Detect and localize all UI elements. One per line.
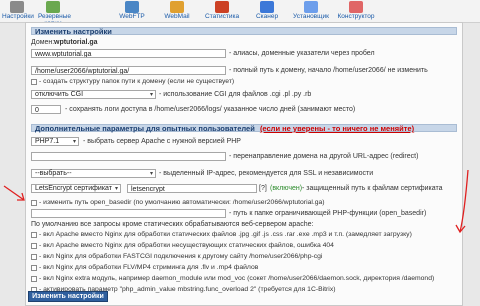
section-title: Изменить настройки <box>35 27 112 36</box>
chevron-down-icon: ▾ <box>72 139 76 145</box>
ftp-icon <box>125 1 139 13</box>
option-label: - вкл Nginx для обработки FASTCGI подклю… <box>39 253 323 260</box>
ssl-status-badge: (включен) <box>270 185 303 192</box>
option-label: - вкл Apache вместо Nginx для обработки … <box>39 231 412 238</box>
ip-label: - выделенный IP-адрес, рекомендуется для… <box>159 170 374 177</box>
section-header-advanced: Дополнительные параметры для опытных пол… <box>31 124 457 133</box>
toolbar-item-installer[interactable]: Установщик <box>293 0 329 22</box>
chevron-down-icon: ▾ <box>149 171 153 177</box>
redirect-label: - перенаправление домена на другой URL-а… <box>229 153 419 160</box>
basedir-toggle-checkbox[interactable] <box>31 200 37 206</box>
php-version-select[interactable]: PHP7.1 ▾ <box>31 137 79 146</box>
ip-select-value: --выбрать-- <box>35 170 72 177</box>
basedir-input[interactable] <box>31 209 226 218</box>
cgi-select[interactable]: отключить CGI ▾ <box>31 90 156 99</box>
aliases-label: - алиасы, доменные указатели через пробе… <box>229 50 375 57</box>
option-label: - вкл Apache вместо Nginx для обработки … <box>39 242 334 249</box>
toolbar-item-label: Настройки <box>2 13 34 20</box>
toolbar-item-label: WebMail <box>164 13 190 20</box>
logs-label: - сохранять логи доступа в /home/user206… <box>65 106 356 113</box>
ssl-label: - защищенный путь к файлам сертификата <box>302 185 443 192</box>
option-checkbox[interactable] <box>31 265 37 271</box>
php-version-label: - выбрать сервер Apache с нужной версией… <box>83 138 241 145</box>
logs-days-input[interactable]: 0 <box>31 105 61 114</box>
toolbar-item-label: Сканер <box>255 13 279 20</box>
toolbar-item-webmail[interactable]: WebMail <box>162 0 192 22</box>
scanner-icon <box>260 1 274 13</box>
toolbar-item-label: WebFTP <box>119 13 145 20</box>
aliases-input[interactable]: www.wptutorial.ga <box>31 49 226 58</box>
toolbar-item-stats[interactable]: Статистика <box>205 0 239 22</box>
chart-icon <box>215 1 229 13</box>
ssl-type-select[interactable]: LetsEncrypt сертификат ▾ <box>31 184 121 193</box>
ip-select[interactable]: --выбрать-- ▾ <box>31 169 156 178</box>
settings-panel: Изменить настройки Домен: wptutorial.ga … <box>25 22 463 306</box>
toolbar-item-backups[interactable]: Резервные копии <box>38 0 71 27</box>
domain-value: wptutorial.ga <box>54 39 98 46</box>
installer-icon <box>304 1 318 13</box>
option-label: - вкл Nginx extra модуль, например daemo… <box>39 275 435 282</box>
section-header-settings: Изменить настройки <box>31 27 457 36</box>
cgi-label: - использование CGI для файлов .cgi .pl … <box>159 91 312 98</box>
create-folder-label: - создать структуру папок пути к домену … <box>39 78 235 85</box>
toolbar-item-scanner[interactable]: Сканер <box>253 0 281 22</box>
toolbar-item-label: Конструктор <box>337 13 375 20</box>
option-checkbox[interactable] <box>31 276 37 282</box>
ssl-type-value: LetsEncrypt сертификат <box>35 185 112 192</box>
mail-icon <box>170 1 184 13</box>
toolbar-item-settings[interactable]: Настройки <box>2 0 34 22</box>
toolbar-item-webftp[interactable]: WebFTP <box>118 0 146 22</box>
constructor-icon <box>349 1 363 13</box>
annotation-arrow-left <box>3 185 25 201</box>
domain-path-label: - полный путь к домену, начало /home/use… <box>229 67 428 74</box>
option-checkbox[interactable] <box>31 243 37 249</box>
basedir-toggle-label: - изменить путь open_basedir (по умолчан… <box>39 199 325 206</box>
ssl-help-link[interactable]: [?] <box>259 185 267 192</box>
ssl-path-input[interactable]: letsencrypt <box>127 184 257 193</box>
php-version-value: PHP7.1 <box>35 138 60 145</box>
domain-path-input[interactable]: /home/user2066/wptutorial.ga/ <box>31 66 226 75</box>
basedir-label: - путь к папке ограничивающей PHP-функци… <box>229 210 427 217</box>
warning-note: (если не уверены - то ничего не меняйте) <box>259 124 415 133</box>
chevron-down-icon: ▾ <box>114 186 118 192</box>
section-title: Дополнительные параметры для опытных пол… <box>35 124 255 133</box>
redirect-input[interactable] <box>31 152 226 161</box>
save-settings-button[interactable]: Изменить настройки <box>28 291 108 302</box>
option-checkbox[interactable] <box>31 254 37 260</box>
option-label: - вкл Nginx для обработки FLV/MP4 стрими… <box>39 264 259 271</box>
gear-icon <box>10 1 24 13</box>
toolbar-item-label: Статистика <box>205 13 240 20</box>
chevron-down-icon: ▾ <box>149 92 153 98</box>
option-checkbox[interactable] <box>31 232 37 238</box>
toolbar-item-constructor[interactable]: Конструктор <box>336 0 376 22</box>
toolbar-item-label: Установщик <box>293 13 329 20</box>
backup-icon <box>46 1 60 13</box>
create-folder-checkbox[interactable] <box>31 79 37 85</box>
cgi-select-value: отключить CGI <box>35 91 84 98</box>
domain-label: Домен: <box>31 39 55 46</box>
default-apache-note: По умолчанию все запросы кроме статическ… <box>31 221 314 228</box>
toolbar: Настройки Резервные копии WebFTP WebMail… <box>0 0 480 27</box>
